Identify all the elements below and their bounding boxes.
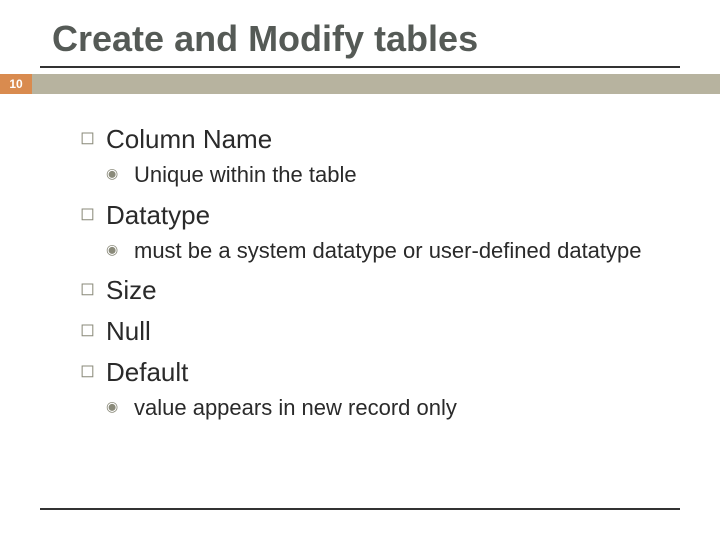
slide: Create and Modify tables 10 Column Name … [0, 0, 720, 540]
bullet-column-name: Column Name [80, 124, 670, 155]
bullet-size: Size [80, 275, 670, 306]
bullet-null: Null [80, 316, 670, 347]
bullet-datatype: Datatype [80, 200, 670, 231]
accent-band [32, 74, 720, 94]
page-number-badge: 10 [0, 74, 32, 94]
subbullet-system-datatype: must be a system datatype or user-define… [106, 237, 670, 266]
header-band: 10 [0, 74, 720, 94]
slide-title: Create and Modify tables [40, 18, 680, 68]
content-area: Column Name Unique within the table Data… [40, 94, 680, 423]
bullet-default: Default [80, 357, 670, 388]
bottom-rule [40, 508, 680, 510]
subbullet-unique: Unique within the table [106, 161, 670, 190]
subbullet-value-new-record: value appears in new record only [106, 394, 670, 423]
